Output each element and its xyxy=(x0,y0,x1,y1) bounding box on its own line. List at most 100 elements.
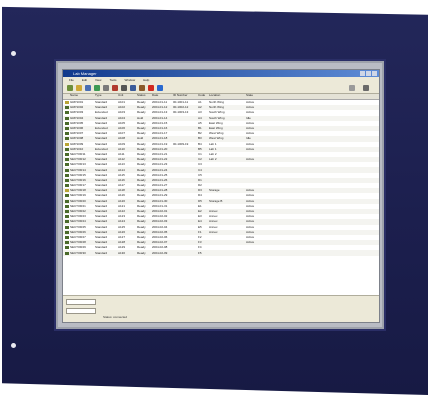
table-cell: SECTOR12 xyxy=(70,158,86,162)
table-cell: A101 xyxy=(118,101,126,105)
table-cell: Active xyxy=(246,111,255,115)
table-cell: Standard xyxy=(95,158,108,162)
table-cell: Extended xyxy=(95,147,108,151)
table-cell: Idle xyxy=(246,116,251,120)
table-body: GRP1001 Standard A101 Ready 2004-01-11 00-100… xyxy=(63,100,379,256)
table-cell: Active xyxy=(246,189,255,193)
table-cell: E5 xyxy=(198,225,202,229)
column-header[interactable]: State xyxy=(245,94,266,99)
print-icon[interactable] xyxy=(139,85,145,91)
column-header[interactable]: Name xyxy=(69,94,94,99)
table-cell: A113 xyxy=(118,163,125,167)
table-cell: F3 xyxy=(198,241,202,245)
table-cell: A123 xyxy=(118,215,126,219)
table-cell: C1 xyxy=(198,152,202,156)
table-cell: SECTOR16 xyxy=(70,178,86,182)
table-cell: Standard xyxy=(95,189,108,193)
table-cell: 2004-01-17 xyxy=(152,132,168,136)
table-cell: 2004-01-21 xyxy=(152,152,168,156)
table-cell: A128 xyxy=(118,241,126,245)
table-cell: East Wing xyxy=(209,127,223,131)
refresh-icon[interactable] xyxy=(94,85,100,91)
menu-tools[interactable]: Tools xyxy=(109,78,116,82)
table-cell: 2004-01-25 xyxy=(152,173,168,177)
column-header[interactable]: Unit xyxy=(117,94,136,99)
table-cell: Ready xyxy=(137,132,146,136)
table-cell: 2004-02-06 xyxy=(152,235,168,239)
table-cell: Active xyxy=(246,225,255,229)
column-header[interactable]: Code xyxy=(197,94,208,99)
table-cell: Ready xyxy=(137,184,146,188)
table-cell: Active xyxy=(246,121,255,125)
table-cell: B5 xyxy=(198,147,202,151)
table-cell: South Wing xyxy=(209,111,225,115)
maximize-button[interactable] xyxy=(366,71,371,76)
table-cell: Active xyxy=(246,142,255,146)
save-icon[interactable] xyxy=(85,85,91,91)
table-cell: SECTOR23 xyxy=(70,215,86,219)
table-cell: Idle xyxy=(246,137,251,141)
table-cell: Active xyxy=(246,220,255,224)
table-cell: A122 xyxy=(118,210,126,214)
status-input[interactable] xyxy=(66,299,96,305)
minimize-button[interactable] xyxy=(360,71,365,76)
table-cell: Standard xyxy=(95,184,108,188)
table-cell: SECTOR28 xyxy=(70,241,86,245)
table-cell: Annex xyxy=(209,210,218,214)
delete-icon[interactable] xyxy=(112,85,118,91)
status-panel: Status: connected xyxy=(63,295,379,322)
mounting-hole-bottom-left xyxy=(11,343,16,348)
table-cell: A120 xyxy=(118,199,126,203)
table-cell: Active xyxy=(246,101,255,105)
table-cell: Ready xyxy=(137,147,146,151)
new-icon[interactable] xyxy=(67,85,73,91)
menu-window[interactable]: Window xyxy=(124,78,135,82)
table-cell: E2 xyxy=(198,210,202,214)
table-cell: GRP1003 xyxy=(70,111,84,115)
table-cell: D5 xyxy=(198,199,202,203)
table-cell: Standard xyxy=(95,132,108,136)
table-cell: Ready xyxy=(137,173,146,177)
table-cell: Ready xyxy=(137,230,146,234)
report-icon[interactable] xyxy=(130,85,136,91)
open-icon[interactable] xyxy=(76,85,82,91)
help-icon[interactable] xyxy=(157,85,163,91)
status-text: Status: connected xyxy=(103,315,128,319)
table-cell: North Wing xyxy=(209,101,225,105)
table-cell: B3 xyxy=(198,137,202,141)
menu-file[interactable]: File xyxy=(69,78,74,82)
table-cell: Ready xyxy=(137,168,146,172)
table-cell: 2004-02-07 xyxy=(152,241,168,245)
status-input[interactable] xyxy=(66,308,96,314)
table-cell: Standard xyxy=(95,241,108,245)
filter-icon[interactable] xyxy=(121,85,127,91)
menu-view[interactable]: View xyxy=(95,78,101,82)
settings-icon[interactable] xyxy=(349,85,355,91)
menu-help[interactable]: Help xyxy=(143,78,149,82)
table-cell: Ready xyxy=(137,204,146,208)
exit-icon[interactable] xyxy=(363,85,369,91)
column-header[interactable]: Type xyxy=(94,94,117,99)
menu-edit[interactable]: Edit xyxy=(82,78,87,82)
table-cell: Standard xyxy=(95,199,108,203)
table-cell: 2004-02-09 xyxy=(152,251,168,255)
table-cell: 2004-01-11 xyxy=(152,101,168,105)
table-cell: E3 xyxy=(198,215,202,219)
stop-icon[interactable] xyxy=(148,85,154,91)
table-cell: Ready xyxy=(137,210,146,214)
table-cell: Standard xyxy=(95,178,108,182)
column-header[interactable]: Date xyxy=(151,94,172,99)
table-cell: Standard xyxy=(95,204,108,208)
table-cell: A127 xyxy=(118,235,126,239)
close-button[interactable] xyxy=(372,71,377,76)
edit-icon[interactable] xyxy=(103,85,109,91)
table-cell: Lab 1 xyxy=(209,142,217,146)
column-header[interactable]: Location xyxy=(208,94,245,99)
table-cell: A130 xyxy=(118,251,126,255)
table-row[interactable]: SECTOR30 Standard A130 Ready 2004-02-09 F5 xyxy=(63,250,379,256)
column-header[interactable]: Status xyxy=(136,94,151,99)
table-cell: Active xyxy=(246,235,255,239)
column-header[interactable]: ID Number xyxy=(172,94,197,99)
table-cell: Active xyxy=(246,210,255,214)
table-cell: Ready xyxy=(137,225,146,229)
